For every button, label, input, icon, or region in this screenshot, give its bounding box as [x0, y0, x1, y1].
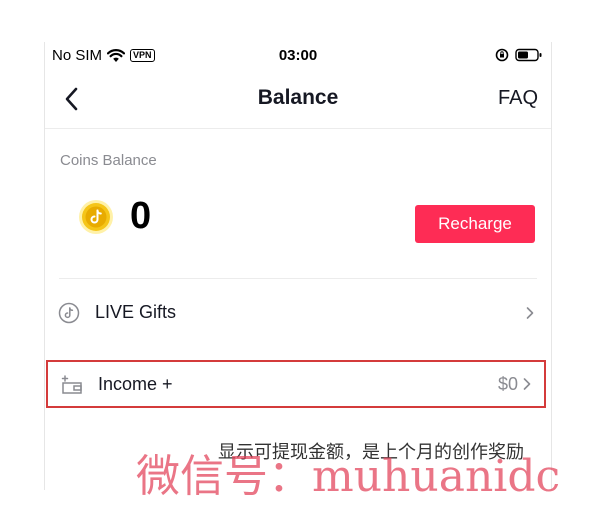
live-gifts-row[interactable]: LIVE Gifts: [45, 290, 551, 336]
section-divider: [59, 278, 537, 279]
income-label: Income +: [98, 374, 173, 394]
phone-screen: No SIM VPN 03:00 Balance FAQ Coins Balan…: [44, 42, 552, 490]
status-bar: No SIM VPN 03:00: [45, 42, 551, 70]
live-gifts-label: LIVE Gifts: [95, 302, 177, 322]
nav-bar: Balance FAQ: [45, 72, 551, 129]
tiktok-note-icon: [58, 302, 80, 324]
chevron-right-icon: [523, 378, 531, 390]
coins-balance-label: Coins Balance: [60, 152, 157, 169]
status-time: 03:00: [278, 47, 318, 64]
income-row[interactable]: Income + $0: [46, 360, 546, 408]
page-title: Balance: [257, 86, 339, 109]
orientation-lock-icon: [495, 48, 509, 62]
wallet-plus-icon: [61, 375, 82, 394]
recharge-button[interactable]: Recharge: [415, 205, 535, 243]
coin-icon: [79, 200, 113, 234]
watermark-text: 微信号：muhuanidc: [136, 451, 561, 502]
chevron-right-icon: [526, 307, 534, 319]
faq-link[interactable]: FAQ: [498, 87, 538, 110]
income-amount: $0: [497, 374, 518, 394]
status-right: [495, 48, 543, 62]
battery-icon: [515, 48, 542, 62]
coin-amount: 0: [130, 195, 152, 237]
